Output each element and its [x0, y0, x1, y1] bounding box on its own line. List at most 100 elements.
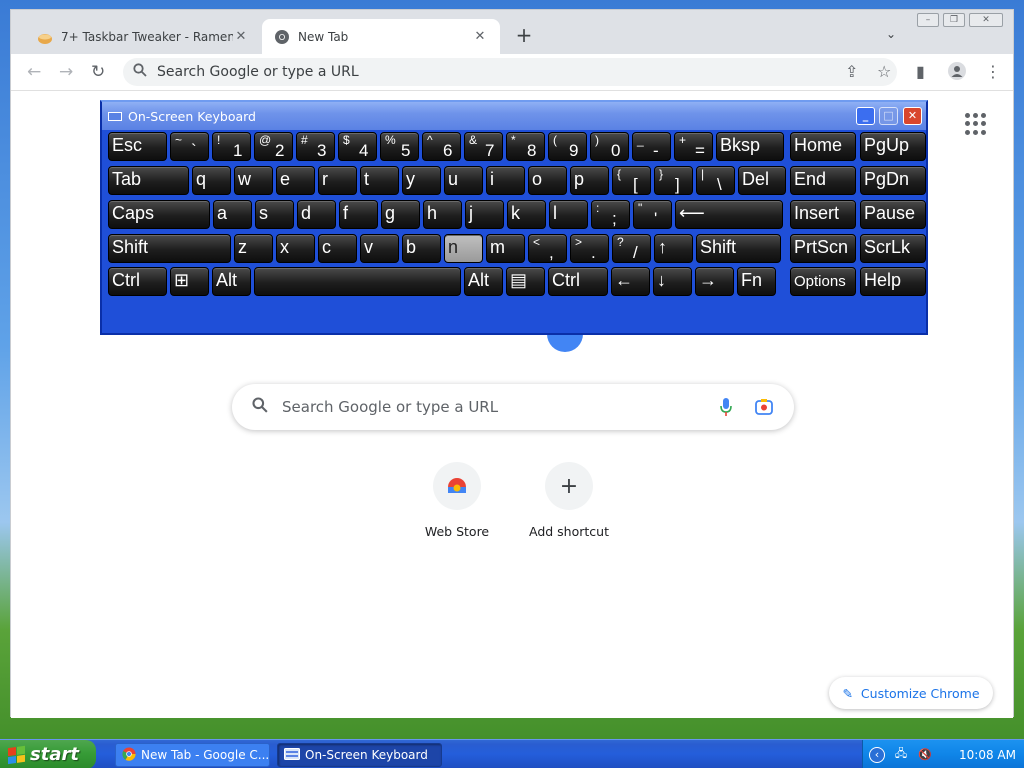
key-2d-ctrl[interactable]: Ctrl [108, 267, 167, 296]
key-2d-home[interactable]: Home [790, 132, 856, 161]
key-2d[interactable]: }] [654, 166, 693, 195]
osk-close-button[interactable]: ✕ [903, 107, 922, 125]
key-2d-y[interactable]: y [402, 166, 441, 195]
network-icon[interactable]: 🖧 [893, 747, 909, 763]
key-2d[interactable]: <, [528, 234, 567, 263]
osk-minimize-button[interactable]: _ [856, 107, 875, 125]
key-2d[interactable]: → [695, 267, 734, 296]
forward-arrow-icon[interactable]: → [59, 62, 73, 82]
key-2d-j[interactable]: j [465, 200, 504, 229]
key-2d-end[interactable]: End [790, 166, 856, 195]
key-2d-tab[interactable]: Tab [108, 166, 189, 195]
key-2d[interactable]: ← [611, 267, 650, 296]
key-2d-g[interactable]: g [381, 200, 420, 229]
volume-muted-icon[interactable]: 🔇 [917, 747, 933, 763]
key-2d-a[interactable]: a [213, 200, 252, 229]
key-2d-8[interactable]: * 8 [506, 132, 545, 161]
key-2d[interactable]: :; [591, 200, 630, 229]
key-2d[interactable]: + = [674, 132, 713, 161]
key-2d-v[interactable]: v [360, 234, 399, 263]
key-2d[interactable]: ⟵ [675, 200, 783, 229]
close-window-button[interactable]: ✕ [969, 13, 1003, 27]
key-2d-1[interactable]: ! 1 [212, 132, 251, 161]
key-2d-d[interactable]: d [297, 200, 336, 229]
key-2d-r[interactable]: r [318, 166, 357, 195]
key-2d[interactable]: ↑ [654, 234, 693, 263]
back-arrow-icon[interactable]: ← [27, 62, 41, 82]
key-2d[interactable]: ? / [612, 234, 651, 263]
key-2d[interactable]: ↓ [653, 267, 692, 296]
ntp-search-box[interactable]: Search Google or type a URL [232, 384, 794, 430]
maximize-button[interactable]: ❐ [943, 13, 965, 27]
key-2d-n[interactable]: n [444, 234, 483, 263]
key-2d-shift[interactable]: Shift [696, 234, 781, 263]
key-2d-pgup[interactable]: PgUp [860, 132, 926, 161]
key-2d-ctrl[interactable]: Ctrl [548, 267, 608, 296]
key-2d-b[interactable]: b [402, 234, 441, 263]
key-2d-alt[interactable]: Alt [464, 267, 503, 296]
key-2d-help[interactable]: Help [860, 267, 926, 296]
key-2d-t[interactable]: t [360, 166, 399, 195]
key-2d-alt[interactable]: Alt [212, 267, 251, 296]
tray-expand-icon[interactable]: ‹ [869, 746, 885, 763]
key-2d-z[interactable]: z [234, 234, 273, 263]
key-2d-insert[interactable]: Insert [790, 200, 856, 229]
key-2d-i[interactable]: i [486, 166, 525, 195]
key-2d[interactable]: >. [570, 234, 609, 263]
tab-new-tab[interactable]: New Tab ✕ [262, 19, 500, 54]
key-2d-scrlk[interactable]: ScrLk [860, 234, 926, 263]
shortcut-web-store[interactable]: Web Store [401, 462, 513, 539]
key-2d-del[interactable]: Del [738, 166, 786, 195]
key-2d[interactable]: ▤ [506, 267, 545, 296]
side-panel-icon[interactable]: ▮ [916, 62, 925, 81]
key-2d-k[interactable]: k [507, 200, 546, 229]
key-2d-5[interactable]: % 5 [380, 132, 419, 161]
profile-avatar-icon[interactable] [948, 62, 966, 84]
key-2d-u[interactable]: u [444, 166, 483, 195]
tab-search-icon[interactable]: ⌄ [886, 27, 896, 41]
osk-title-bar[interactable]: On-Screen Keyboard [102, 102, 926, 130]
key-2d-q[interactable]: q [192, 166, 231, 195]
taskbar-item-osk[interactable]: On-Screen Keyboard [277, 743, 442, 767]
key-2d-7[interactable]: & 7 [464, 132, 503, 161]
tab-close-icon[interactable]: ✕ [233, 29, 249, 44]
key-2d[interactable]: " ' [633, 200, 672, 229]
tab-close-icon[interactable]: ✕ [472, 29, 488, 44]
key-2d[interactable]: _ - [632, 132, 671, 161]
key-2d-options[interactable]: Options [790, 267, 856, 296]
key-2d-x[interactable]: x [276, 234, 315, 263]
key-2d-4[interactable]: $4 [338, 132, 377, 161]
key-2d-h[interactable]: h [423, 200, 462, 229]
address-bar[interactable]: Search Google or type a URL [123, 58, 897, 86]
key-2d-pause[interactable]: Pause [860, 200, 926, 229]
key-2d-e[interactable]: e [276, 166, 315, 195]
key-2d-prtscn[interactable]: PrtScn [790, 234, 856, 263]
key-2d-3[interactable]: #3 [296, 132, 335, 161]
voice-search-icon[interactable] [719, 397, 733, 421]
key-2d-pgdn[interactable]: PgDn [860, 166, 926, 195]
key-2d-fn[interactable]: Fn [737, 267, 776, 296]
key-2d[interactable]: | \ [696, 166, 735, 195]
key-2d-9[interactable]: (9 [548, 132, 587, 161]
bookmark-star-icon[interactable]: ☆ [877, 62, 891, 81]
menu-kebab-icon[interactable]: ⋮ [985, 62, 1001, 81]
key-2d-f[interactable]: f [339, 200, 378, 229]
share-icon[interactable]: ⇪ [845, 62, 858, 81]
key-2d-s[interactable]: s [255, 200, 294, 229]
key-2d-2[interactable]: @2 [254, 132, 293, 161]
key-2d-space[interactable] [254, 267, 461, 296]
key-2d-caps[interactable]: Caps [108, 200, 210, 229]
key-2d-o[interactable]: o [528, 166, 567, 195]
start-button[interactable]: start [0, 740, 96, 768]
key-2d-bksp[interactable]: Bksp [716, 132, 784, 161]
google-apps-icon[interactable] [965, 113, 987, 135]
key-2d-c[interactable]: c [318, 234, 357, 263]
key-2d-shift[interactable]: Shift [108, 234, 231, 263]
tab-taskbar-tweaker[interactable]: 7+ Taskbar Tweaker - Ramen Software ✕ [25, 19, 261, 54]
key-2d-m[interactable]: m [486, 234, 525, 263]
key-2d-w[interactable]: w [234, 166, 273, 195]
minimize-button[interactable]: – [917, 13, 939, 27]
lens-camera-icon[interactable] [754, 397, 774, 421]
key-2d[interactable]: ~ ` [170, 132, 209, 161]
reload-icon[interactable]: ↻ [91, 62, 105, 82]
